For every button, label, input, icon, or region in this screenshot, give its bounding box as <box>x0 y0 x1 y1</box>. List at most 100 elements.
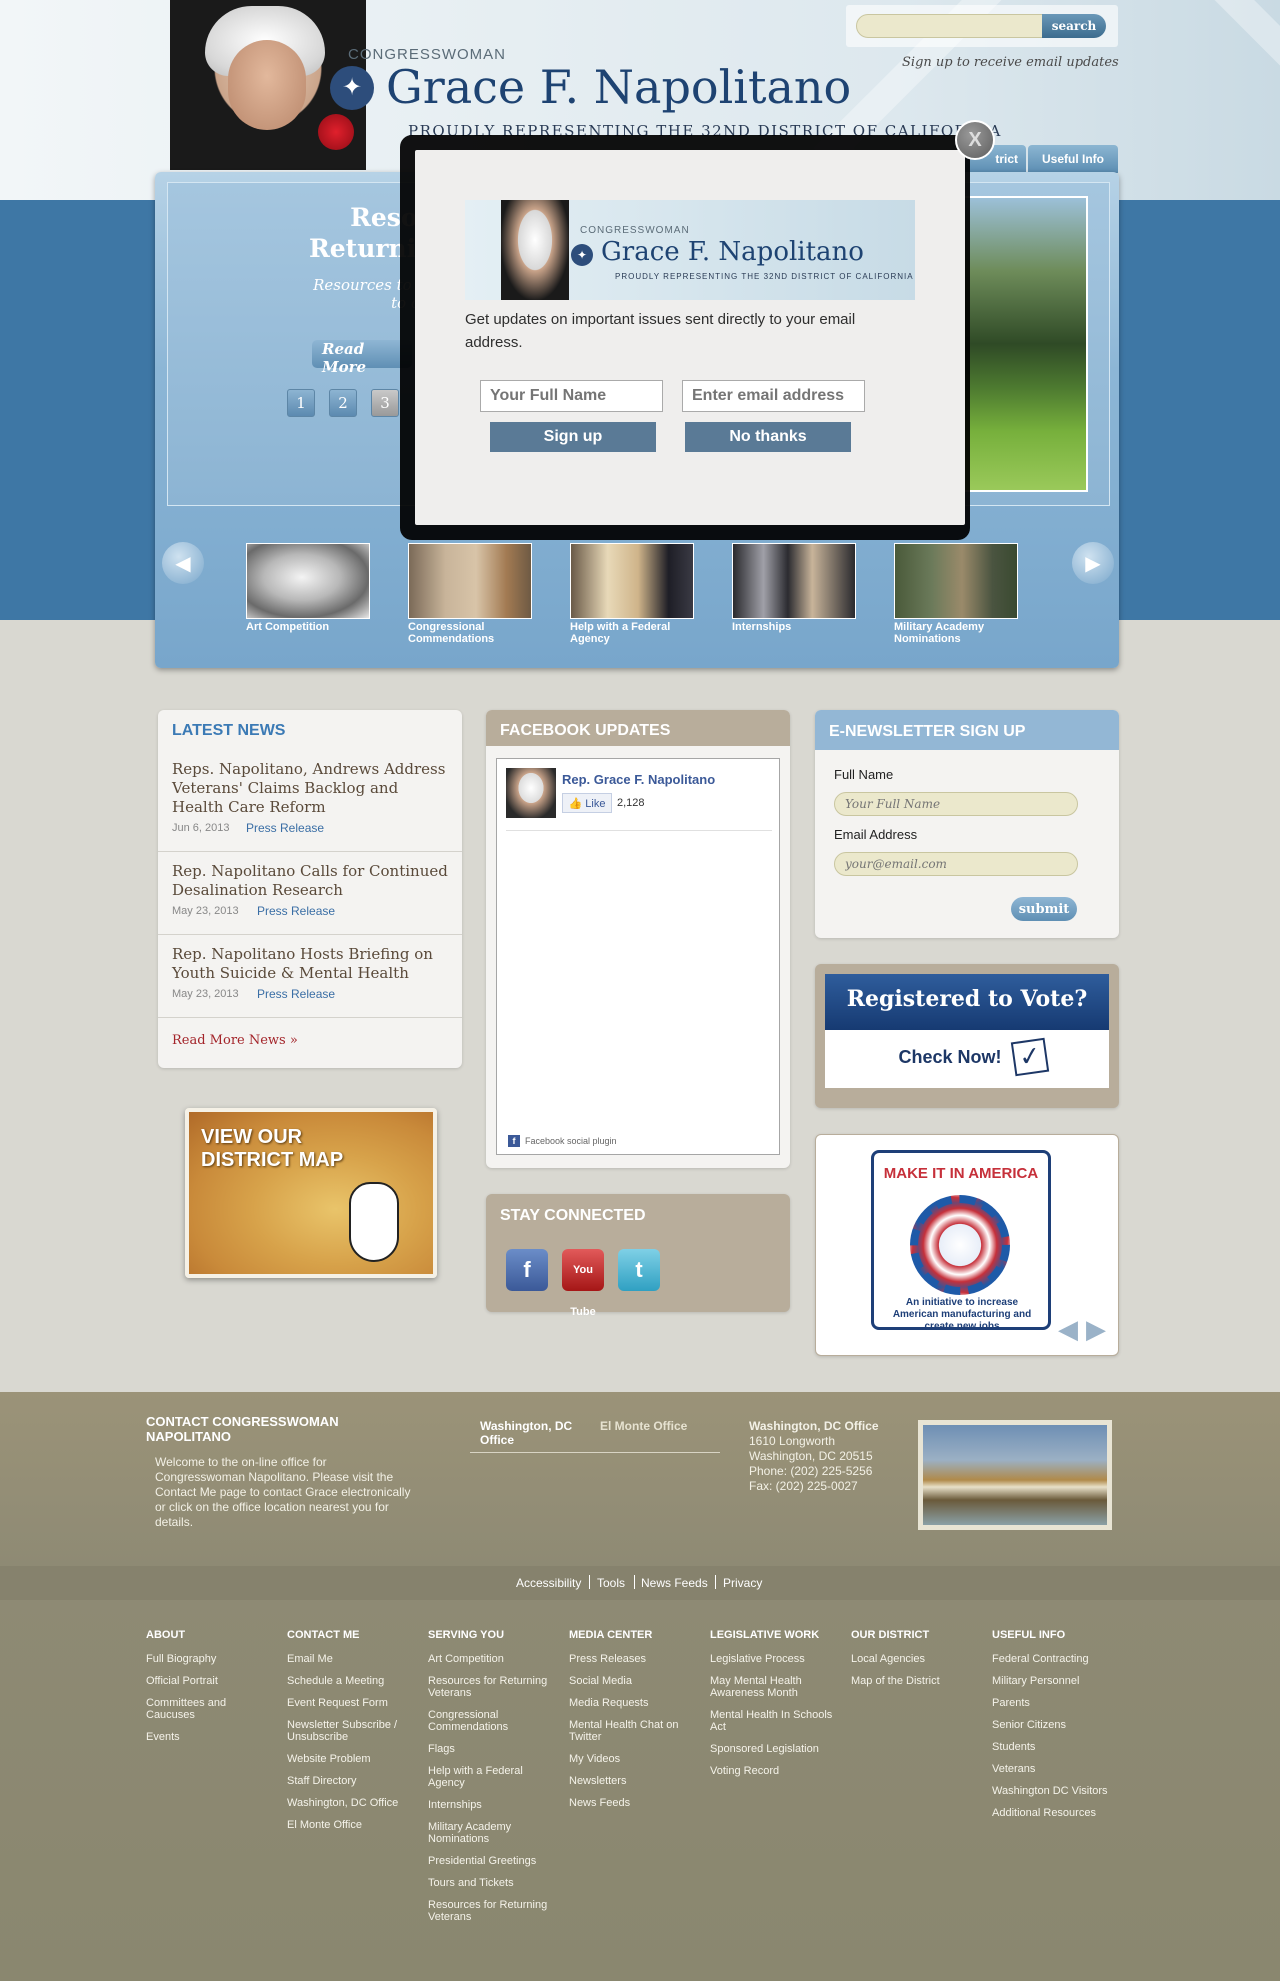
modal-no-thanks-button[interactable]: No thanks <box>685 422 851 452</box>
close-icon[interactable]: X <box>955 120 995 160</box>
footer-link[interactable]: Committees and Caucuses <box>146 1697 276 1721</box>
footer-link[interactable]: Resources for Returning Veterans <box>428 1899 558 1923</box>
footer-link[interactable]: Mental Health In Schools Act <box>710 1709 840 1733</box>
thumb-label[interactable]: Congressional Commendations <box>408 621 538 645</box>
footer-link[interactable]: Media Requests <box>569 1697 699 1709</box>
news-item-title[interactable]: Rep. Napolitano Calls for Continued Desa… <box>172 862 452 900</box>
footer-link[interactable]: Help with a Federal Agency <box>428 1765 558 1789</box>
slide-page-2[interactable]: 2 <box>329 389 357 417</box>
email-updates-link[interactable]: Sign up to receive email updates <box>902 55 1119 70</box>
footer-link[interactable]: Parents <box>992 1697 1122 1709</box>
footer-link[interactable]: Event Request Form <box>287 1697 417 1709</box>
footer-link[interactable]: Social Media <box>569 1675 699 1687</box>
footer-link[interactable]: Congressional Commendations <box>428 1709 558 1733</box>
modal-signup-button[interactable]: Sign up <box>490 422 656 452</box>
footer-link[interactable]: Washington DC Visitors <box>992 1785 1122 1797</box>
footer-link[interactable]: Military Academy Nominations <box>428 1821 558 1845</box>
site-title[interactable]: Grace F. Napolitano <box>386 60 851 114</box>
make-it-in-america-badge[interactable]: MAKE IT IN AMERICA An initiative to incr… <box>871 1150 1051 1330</box>
footer-link[interactable]: El Monte Office <box>287 1819 417 1831</box>
youtube-icon[interactable]: You Tube <box>562 1249 604 1318</box>
district-map-banner[interactable]: VIEW OUR DISTRICT MAP <box>185 1108 437 1278</box>
search-input[interactable] <box>856 14 1048 38</box>
carousel-next-button[interactable]: ▶ <box>1072 542 1114 584</box>
slide-page-3[interactable]: 3 <box>371 389 399 417</box>
footer-link[interactable]: Local Agencies <box>851 1653 981 1665</box>
footer-link[interactable]: Senior Citizens <box>992 1719 1122 1731</box>
news-item-title[interactable]: Reps. Napolitano, Andrews Address Vetera… <box>172 760 452 817</box>
footer-link[interactable]: Internships <box>428 1799 558 1811</box>
modal-full-name-input[interactable] <box>480 380 663 412</box>
office-tab-el-monte[interactable]: El Monte Office <box>600 1419 687 1433</box>
accessibility-link[interactable]: Accessibility <box>516 1576 581 1590</box>
footer-link[interactable]: Military Personnel <box>992 1675 1122 1687</box>
thumb-label[interactable]: Military Academy Nominations <box>894 621 1024 645</box>
footer-link[interactable]: Art Competition <box>428 1653 558 1665</box>
thumb-help-federal-agency[interactable] <box>570 543 694 619</box>
vote-title[interactable]: Registered to Vote? <box>825 986 1109 1012</box>
carousel-prev-button[interactable]: ◀ <box>162 542 204 584</box>
facebook-icon[interactable]: f <box>506 1249 548 1291</box>
nav-tab-useful-info[interactable]: Useful Info <box>1028 145 1118 173</box>
facebook-avatar[interactable] <box>506 768 556 818</box>
facebook-plugin-label[interactable]: Facebook social plugin <box>525 1136 617 1146</box>
footer-link[interactable]: Flags <box>428 1743 558 1755</box>
footer-col-title[interactable]: USEFUL INFO <box>992 1629 1065 1641</box>
footer-link[interactable]: News Feeds <box>569 1797 699 1809</box>
thumb-congressional-commendations[interactable] <box>408 543 532 619</box>
search-button[interactable]: search <box>1042 14 1106 38</box>
footer-link[interactable]: Events <box>146 1731 276 1743</box>
footer-link[interactable]: Students <box>992 1741 1122 1753</box>
footer-col-title[interactable]: OUR DISTRICT <box>851 1629 929 1641</box>
promo-next-button[interactable]: ▶ <box>1084 1314 1108 1344</box>
footer-col-title[interactable]: MEDIA CENTER <box>569 1629 652 1641</box>
footer-link[interactable]: Mental Health Chat on Twitter <box>569 1719 699 1743</box>
footer-col-title[interactable]: LEGISLATIVE WORK <box>710 1629 819 1641</box>
thumb-military-academy[interactable] <box>894 543 1018 619</box>
facebook-like-button[interactable]: 👍 Like <box>562 793 612 813</box>
footer-link[interactable]: Federal Contracting <box>992 1653 1122 1665</box>
footer-link[interactable]: Schedule a Meeting <box>287 1675 417 1687</box>
footer-col-title[interactable]: CONTACT ME <box>287 1629 360 1641</box>
enewsletter-submit-button[interactable]: submit <box>1011 897 1077 921</box>
tools-link[interactable]: Tools <box>597 1576 625 1590</box>
footer-link[interactable]: Official Portrait <box>146 1675 276 1687</box>
footer-link[interactable]: Newsletter Subscribe / Unsubscribe <box>287 1719 417 1743</box>
thumb-label[interactable]: Internships <box>732 621 862 633</box>
footer-link[interactable]: Full Biography <box>146 1653 276 1665</box>
footer-link[interactable]: Email Me <box>287 1653 417 1665</box>
footer-link[interactable]: Newsletters <box>569 1775 699 1787</box>
enewsletter-email-input[interactable] <box>834 852 1078 876</box>
footer-link[interactable]: Tours and Tickets <box>428 1877 558 1889</box>
twitter-icon[interactable]: t <box>618 1249 660 1291</box>
modal-email-input[interactable] <box>682 380 865 412</box>
thumb-art-competition[interactable] <box>246 543 370 619</box>
news-item-type[interactable]: Press Release <box>246 821 324 835</box>
slide-read-more-button[interactable]: Read More <box>312 340 412 376</box>
footer-link[interactable]: May Mental Health Awareness Month <box>710 1675 840 1699</box>
enewsletter-name-input[interactable] <box>834 792 1078 816</box>
footer-link[interactable]: Staff Directory <box>287 1775 417 1787</box>
promo-prev-button[interactable]: ◀ <box>1056 1314 1080 1344</box>
thumb-internships[interactable] <box>732 543 856 619</box>
news-item-title[interactable]: Rep. Napolitano Hosts Briefing on Youth … <box>172 945 452 983</box>
privacy-link[interactable]: Privacy <box>723 1576 762 1590</box>
footer-link[interactable]: Legislative Process <box>710 1653 840 1665</box>
footer-col-title[interactable]: ABOUT <box>146 1629 185 1641</box>
footer-link[interactable]: Presidential Greetings <box>428 1855 558 1867</box>
footer-link[interactable]: Resources for Returning Veterans <box>428 1675 558 1699</box>
footer-link[interactable]: Sponsored Legislation <box>710 1743 840 1755</box>
footer-link[interactable]: My Videos <box>569 1753 699 1765</box>
footer-link[interactable]: Press Releases <box>569 1653 699 1665</box>
thumb-label[interactable]: Help with a Federal Agency <box>570 621 700 645</box>
news-feeds-link[interactable]: News Feeds <box>641 1576 708 1590</box>
read-more-news-link[interactable]: Read More News » <box>172 1033 298 1048</box>
news-item-type[interactable]: Press Release <box>257 904 335 918</box>
facebook-page-name[interactable]: Rep. Grace F. Napolitano <box>562 772 715 787</box>
office-tab-washington[interactable]: Washington, DC Office <box>480 1419 590 1447</box>
footer-link[interactable]: Additional Resources <box>992 1807 1122 1819</box>
news-item-type[interactable]: Press Release <box>257 987 335 1001</box>
footer-link[interactable]: Map of the District <box>851 1675 981 1687</box>
footer-link[interactable]: Washington, DC Office <box>287 1797 417 1809</box>
thumb-label[interactable]: Art Competition <box>246 621 376 633</box>
